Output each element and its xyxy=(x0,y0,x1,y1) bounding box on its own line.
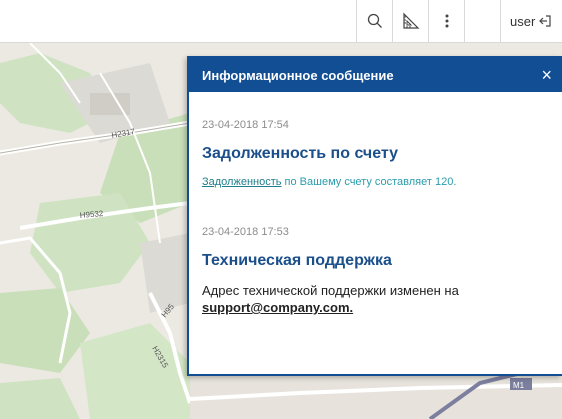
message-text: Задолженность по Вашему счету составляет… xyxy=(202,176,550,188)
message-timestamp: 23-04-2018 17:53 xyxy=(202,226,289,238)
info-message-panel: Информационное сообщение × 23-04-2018 17… xyxy=(187,56,562,376)
message-timestamp: 23-04-2018 17:54 xyxy=(202,119,289,131)
panel-header: Информационное сообщение × xyxy=(189,58,562,92)
message-item: 23-04-2018 17:53 Техническая поддержка А… xyxy=(202,226,550,316)
support-email-link[interactable]: support@company.com. xyxy=(202,300,353,315)
user-label: user xyxy=(510,13,536,29)
search-button[interactable] xyxy=(356,0,392,42)
debt-link[interactable]: Задолженность xyxy=(202,176,282,188)
measure-button[interactable] xyxy=(392,0,428,42)
top-toolbar: user xyxy=(0,0,562,43)
message-item: 23-04-2018 17:54 Задолженность по счету … xyxy=(202,119,550,188)
message-title: Техническая поддержка xyxy=(202,252,392,269)
message-text-lead: Адрес технической поддержки изменен на xyxy=(202,283,459,298)
message-text: Адрес технической поддержки изменен на s… xyxy=(202,282,550,316)
message-title: Задолженность по счету xyxy=(202,145,399,162)
ruler-icon xyxy=(402,12,419,29)
more-menu-button[interactable] xyxy=(428,0,464,42)
road-label: M1 xyxy=(513,381,525,390)
logout-icon xyxy=(539,15,551,27)
panel-title: Информационное сообщение xyxy=(202,67,394,83)
search-icon xyxy=(367,13,382,28)
more-vertical-icon xyxy=(445,14,448,28)
close-icon[interactable]: × xyxy=(541,66,552,84)
toolbar-spacer xyxy=(464,0,500,42)
user-menu[interactable]: user xyxy=(500,0,562,42)
panel-body: 23-04-2018 17:54 Задолженность по счету … xyxy=(189,119,562,316)
message-text-rest: по Вашему счету составляет 120. xyxy=(281,176,457,188)
